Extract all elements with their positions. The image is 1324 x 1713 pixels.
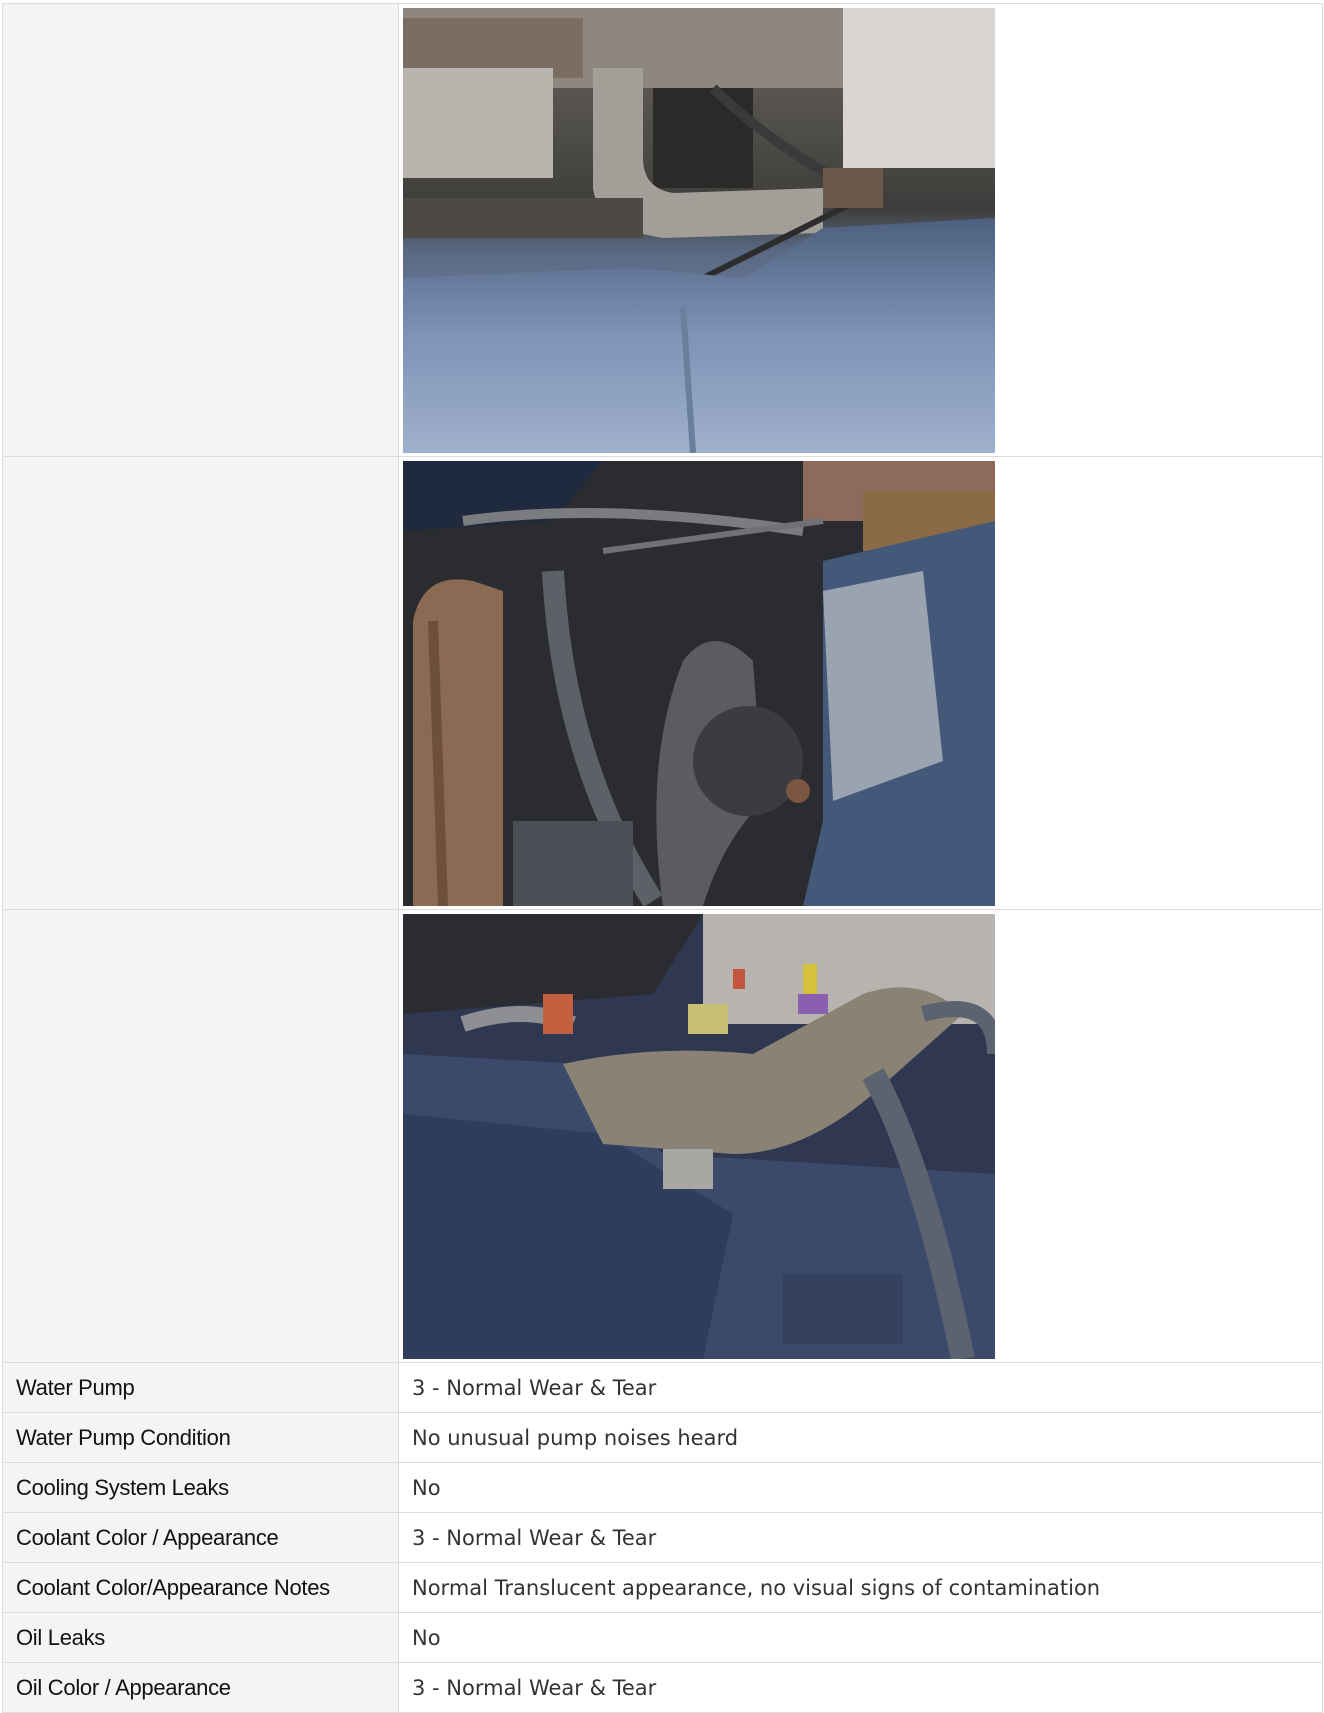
photo-row [2, 456, 1323, 910]
row-label: Oil Color / Appearance [2, 1662, 399, 1713]
table-row: Oil Leaks No [2, 1612, 1323, 1663]
row-value: 3 - Normal Wear & Tear [398, 1362, 1323, 1413]
table-row: Water Pump Condition No unusual pump noi… [2, 1412, 1323, 1463]
row-value: 3 - Normal Wear & Tear [398, 1662, 1323, 1713]
row-value: No unusual pump noises heard [398, 1412, 1323, 1463]
row-value: Normal Translucent appearance, no visual… [398, 1562, 1323, 1613]
table-row: Oil Color / Appearance 3 - Normal Wear &… [2, 1662, 1323, 1713]
row-value: No [398, 1612, 1323, 1663]
engine-photo-icon[interactable] [403, 913, 995, 1359]
photo-row [2, 3, 1323, 457]
row-label: Water Pump Condition [2, 1412, 399, 1463]
engine-photo-icon[interactable] [403, 7, 995, 453]
table-row: Water Pump 3 - Normal Wear & Tear [2, 1362, 1323, 1413]
photo-row [2, 909, 1323, 1363]
row-value: No [398, 1462, 1323, 1513]
table-row: Coolant Color/Appearance Notes Normal Tr… [2, 1562, 1323, 1613]
photo-cell [398, 909, 1323, 1363]
row-value: 3 - Normal Wear & Tear [398, 1512, 1323, 1563]
row-label: Coolant Color/Appearance Notes [2, 1562, 399, 1613]
photo-cell [398, 456, 1323, 910]
photo-label-cell [2, 3, 399, 457]
photo-label-cell [2, 909, 399, 1363]
engine-photo-icon[interactable] [403, 460, 995, 906]
photo-cell [398, 3, 1323, 457]
table-row: Cooling System Leaks No [2, 1462, 1323, 1513]
row-label: Cooling System Leaks [2, 1462, 399, 1513]
photo-label-cell [2, 456, 399, 910]
row-label: Oil Leaks [2, 1612, 399, 1663]
row-label: Coolant Color / Appearance [2, 1512, 399, 1563]
table-row: Coolant Color / Appearance 3 - Normal We… [2, 1512, 1323, 1563]
row-label: Water Pump [2, 1362, 399, 1413]
inspection-table: Water Pump 3 - Normal Wear & Tear Water … [2, 3, 1323, 1713]
